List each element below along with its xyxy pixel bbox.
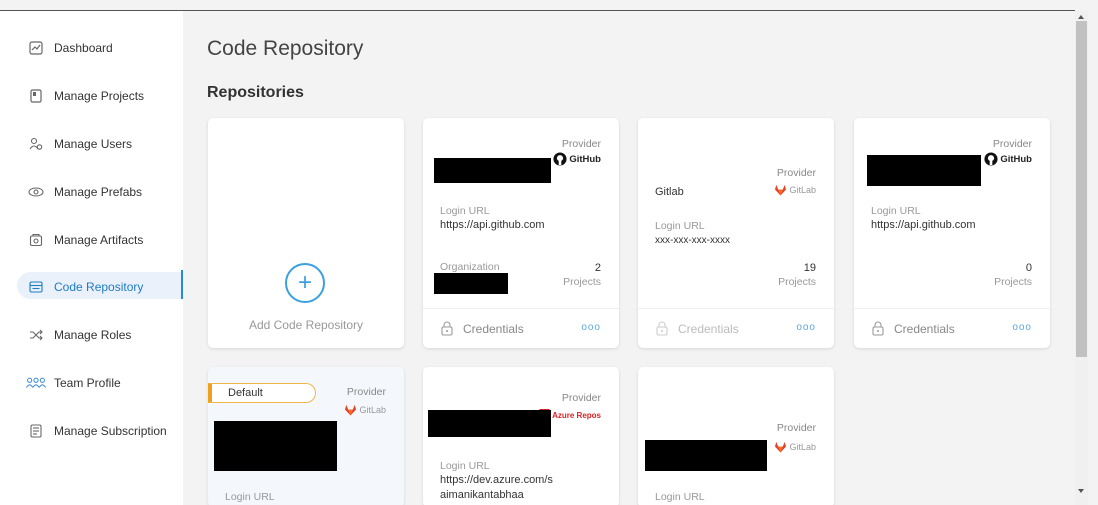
gitlab-logo: GitLab [344, 404, 386, 416]
provider-label: Provider [561, 138, 601, 150]
more-options-icon[interactable]: ooo [1012, 322, 1032, 333]
more-options-icon[interactable]: ooo [581, 322, 601, 333]
gitlab-icon [775, 184, 787, 196]
credentials-button[interactable]: Credentials [656, 321, 739, 336]
github-logo: GitHub [553, 152, 601, 166]
repository-card[interactable]: Provider GitLab Gitlab Login URL xxx-xxx… [638, 118, 834, 348]
sidebar-item-dashboard[interactable]: Dashboard [0, 33, 183, 63]
sidebar-item-label: Dashboard [54, 41, 113, 55]
default-badge: Default [208, 383, 316, 403]
section-title: Repositories [207, 84, 304, 101]
vertical-scrollbar[interactable] [1075, 11, 1088, 505]
lock-icon [872, 321, 884, 336]
sidebar-item-manage-users[interactable]: Manage Users [0, 129, 183, 159]
repository-card[interactable]: Provider GitHub Login URL https://api.gi… [423, 118, 619, 348]
add-repository-card[interactable]: + Add Code Repository [208, 118, 404, 348]
sidebar-item-label: Code Repository [54, 280, 144, 294]
redacted-name [867, 155, 981, 186]
login-url-label: Login URL [440, 460, 490, 472]
credentials-button[interactable]: Credentials [872, 321, 955, 336]
sidebar-item-label: Manage Projects [54, 89, 145, 103]
sidebar-item-label: Manage Artifacts [54, 233, 144, 247]
roles-icon [26, 328, 46, 342]
login-url-label: Login URL [440, 205, 490, 217]
provider-label: Provider [346, 386, 386, 398]
redacted-name [434, 158, 551, 183]
card-footer: Credentials ooo [854, 308, 1050, 348]
dashboard-icon [26, 41, 46, 55]
login-url-label: Login URL [655, 491, 705, 503]
github-icon [984, 152, 998, 166]
sidebar: Dashboard Manage Projects Manage Users M… [0, 11, 183, 505]
sidebar-item-code-repository[interactable]: Code Repository [0, 270, 183, 302]
login-url-label: Login URL [871, 205, 921, 217]
sidebar-item-manage-roles[interactable]: Manage Roles [0, 320, 183, 350]
redacted-name [428, 410, 551, 437]
team-icon [26, 376, 46, 390]
organization-label: Organization [440, 261, 500, 273]
provider-label: Provider [776, 167, 816, 179]
add-icon[interactable]: + [285, 263, 325, 303]
credentials-button[interactable]: Credentials [441, 321, 524, 336]
users-icon [26, 137, 46, 151]
login-url-value: https://api.github.com [440, 219, 545, 231]
repository-card[interactable]: Provider Azure Repos Login URL https://d… [423, 367, 619, 505]
add-repository-label: Add Code Repository [248, 318, 364, 332]
subscription-icon [26, 424, 46, 438]
sidebar-item-label: Manage Users [54, 137, 133, 151]
provider-label: Provider [992, 138, 1032, 150]
sidebar-item-team-profile[interactable]: Team Profile [0, 368, 183, 398]
redacted-organization [434, 273, 508, 294]
login-url-label: Login URL [225, 491, 275, 503]
scroll-down-arrow-icon[interactable] [1078, 489, 1084, 493]
github-logo: GitHub [984, 152, 1032, 166]
more-options-icon[interactable]: ooo [796, 322, 816, 333]
projects-icon [26, 89, 46, 103]
lock-icon [656, 321, 668, 336]
gitlab-icon [775, 441, 787, 453]
repository-card[interactable]: Provider GitLab Login URL [638, 367, 834, 505]
lock-icon [441, 321, 453, 336]
gitlab-logo: GitLab [774, 441, 816, 453]
sidebar-item-manage-prefabs[interactable]: Manage Prefabs [0, 177, 183, 207]
sidebar-item-label: Manage Roles [54, 328, 132, 342]
redacted-name [214, 421, 337, 471]
prefabs-icon [26, 185, 46, 199]
sidebar-item-label: Team Profile [54, 376, 121, 390]
sidebar-item-manage-projects[interactable]: Manage Projects [0, 81, 183, 111]
provider-label: Provider [776, 422, 816, 434]
gitlab-logo: GitLab [774, 184, 816, 196]
login-url-value: https://dev.azure.com/saimanikantabhaa [440, 474, 553, 501]
projects-count: 2 Projects [563, 262, 601, 288]
artifacts-icon [26, 233, 46, 247]
page-title: Code Repository [207, 37, 364, 60]
login-url-label: Login URL [655, 220, 705, 232]
repository-icon [26, 280, 46, 294]
card-footer: Credentials ooo [638, 308, 834, 348]
card-footer: Credentials ooo [423, 308, 619, 348]
provider-label: Provider [561, 392, 601, 404]
projects-count: 19 Projects [778, 262, 816, 288]
scrollbar-thumb[interactable] [1076, 21, 1087, 357]
repository-card[interactable]: Provider GitHub Login URL https://api.gi… [854, 118, 1050, 348]
active-indicator [181, 270, 183, 299]
sidebar-item-manage-artifacts[interactable]: Manage Artifacts [0, 225, 183, 255]
login-url-value: https://api.github.com [871, 219, 976, 231]
redacted-name [645, 440, 767, 471]
sidebar-item-label: Manage Subscription [54, 424, 167, 438]
gitlab-icon [345, 404, 357, 416]
scroll-up-arrow-icon[interactable] [1078, 15, 1084, 19]
sidebar-item-manage-subscription[interactable]: Manage Subscription [0, 416, 183, 446]
repository-name: Gitlab [655, 186, 684, 198]
login-url-value: xxx-xxx-xxx-xxxx [655, 235, 730, 246]
projects-count: 0 Projects [994, 262, 1032, 288]
sidebar-item-label: Manage Prefabs [54, 185, 143, 199]
github-icon [553, 152, 567, 166]
repository-card-default[interactable]: Default Provider GitLab Login URL [208, 367, 404, 505]
